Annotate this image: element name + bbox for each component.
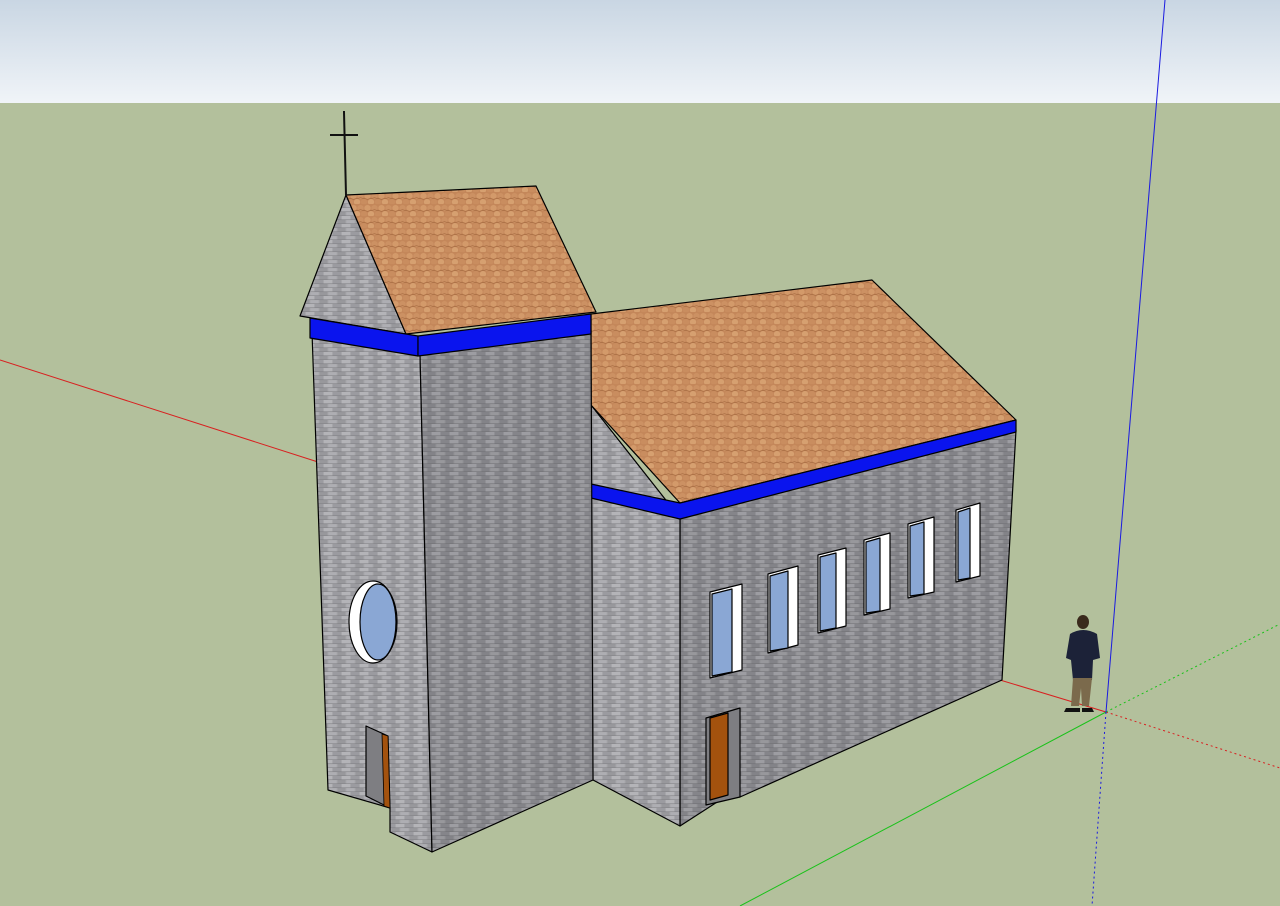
nave-window-3[interactable] [817,547,847,634]
nave-window-1[interactable] [709,583,743,679]
nave-door[interactable] [705,707,741,806]
nave-window-5[interactable] [907,516,935,599]
tower-right-face[interactable] [419,329,594,853]
sky [0,0,1280,103]
scene-canvas[interactable] [0,0,1280,906]
nave-window-4[interactable] [863,532,891,616]
tower-door[interactable] [365,725,391,809]
nave-window-6[interactable] [955,502,981,583]
nave-window-2[interactable] [767,565,799,654]
round-window[interactable] [348,580,398,664]
model-viewport[interactable] [0,0,1280,906]
